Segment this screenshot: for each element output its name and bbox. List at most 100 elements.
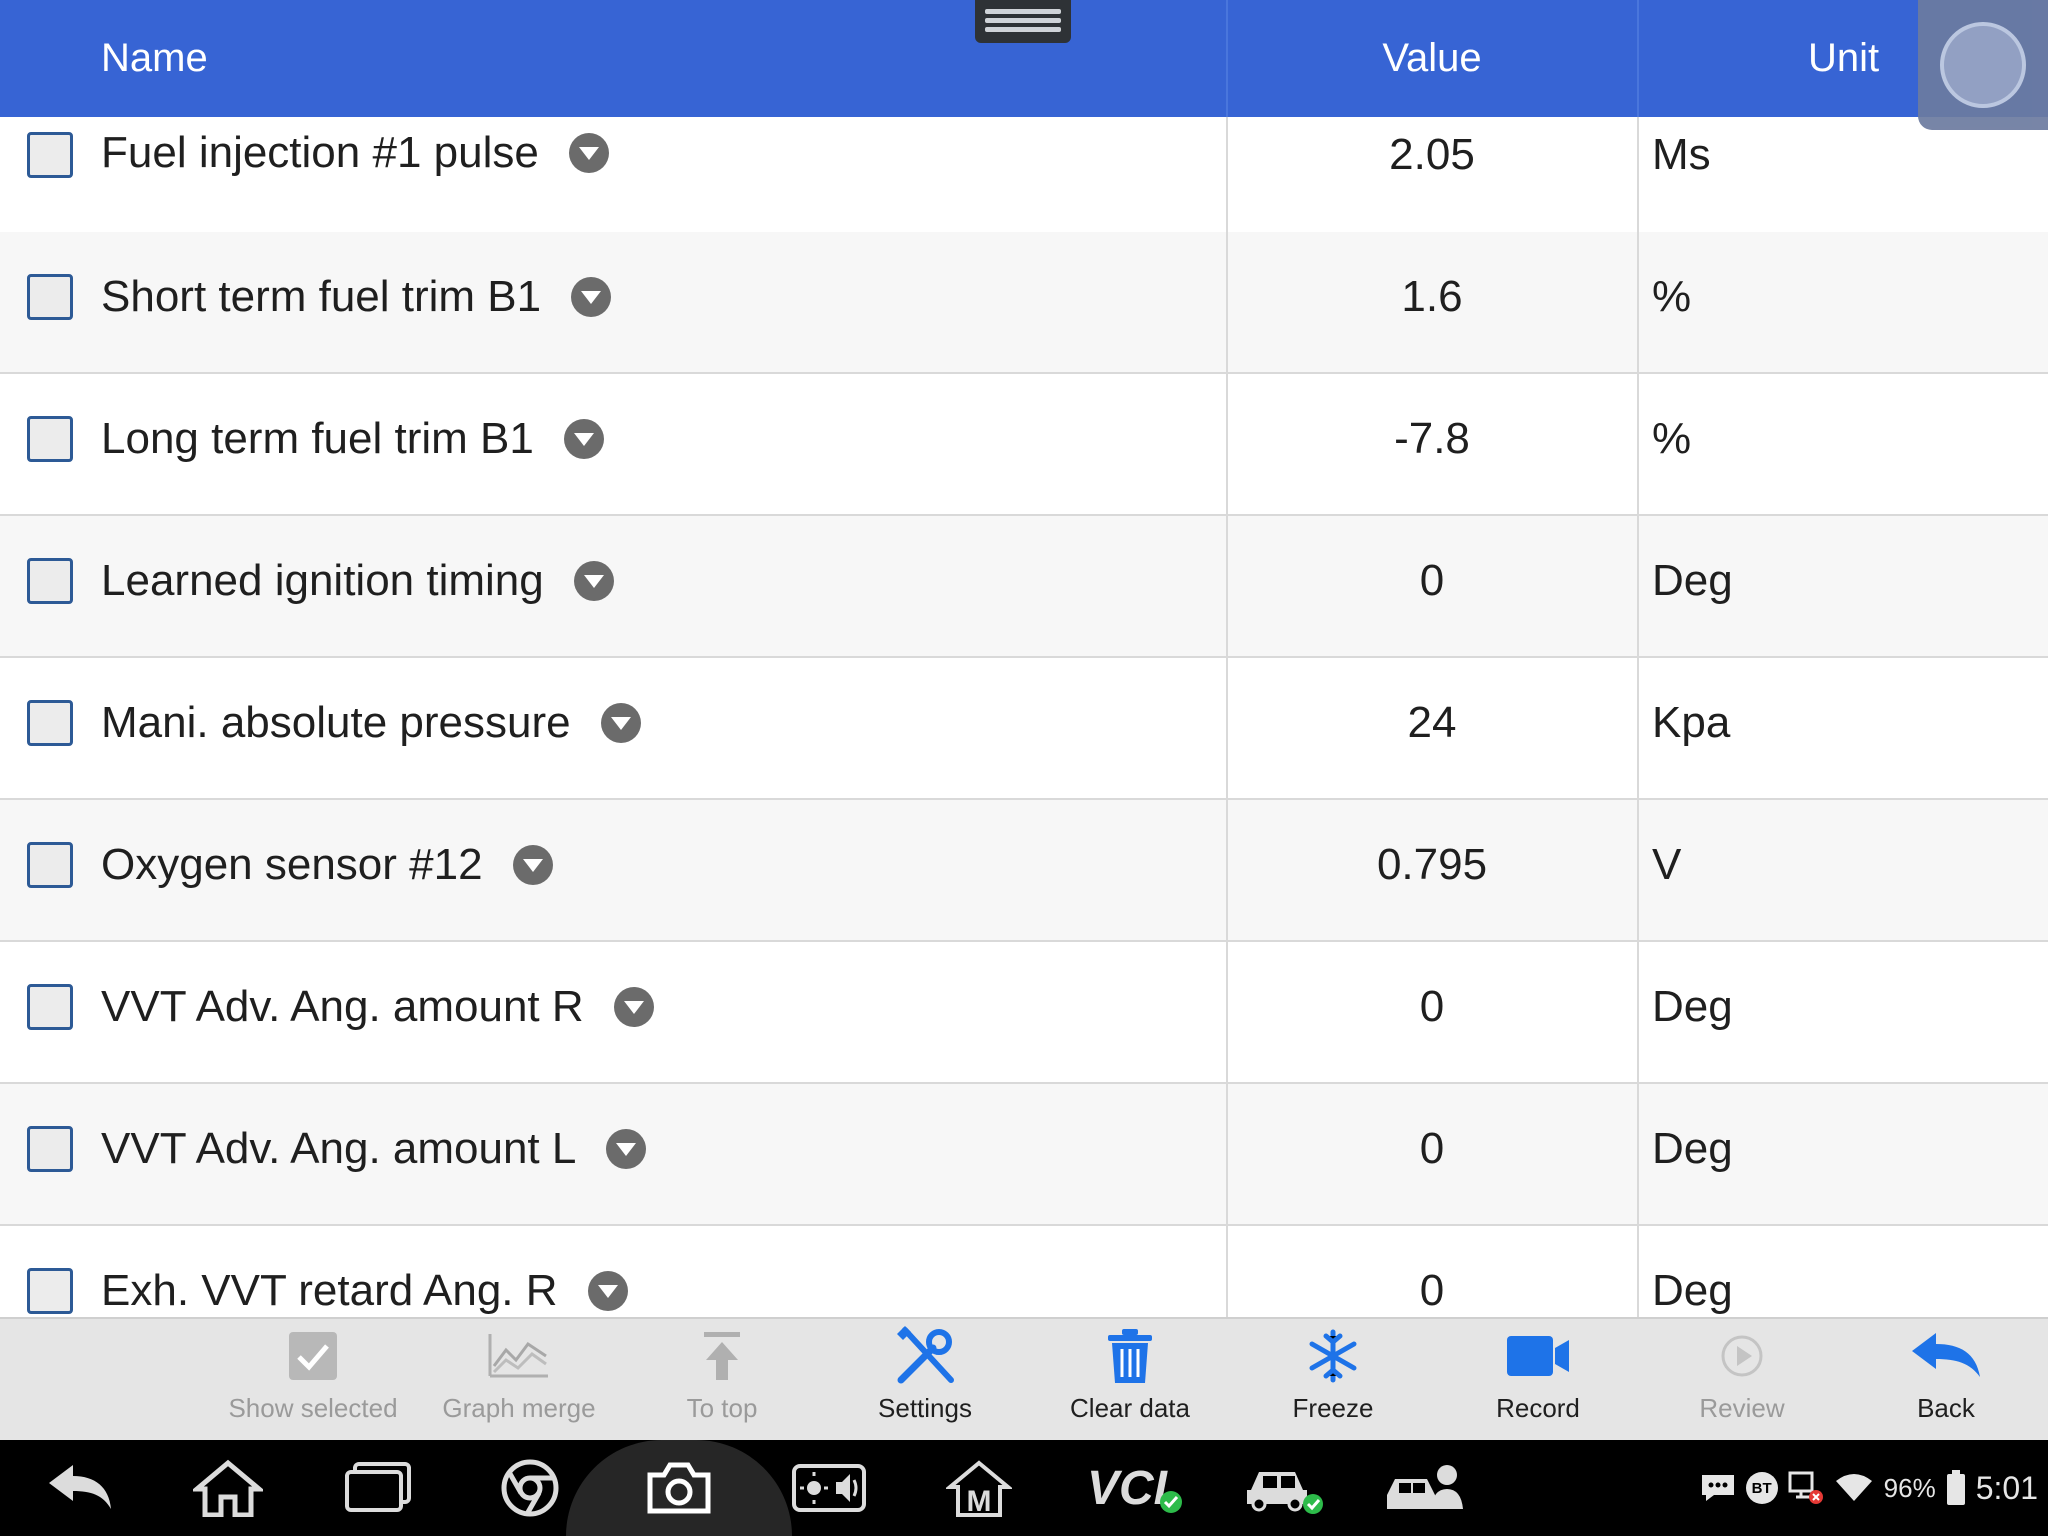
to-top-button[interactable]: To top [622,1319,822,1440]
trash-icon [1106,1319,1154,1393]
dropdown-arrow-icon[interactable] [512,845,553,885]
row-name-text: Long term fuel trim B1 [101,414,534,463]
dropdown-arrow-icon[interactable] [600,703,641,743]
table-row[interactable]: VVT Adv. Ang. amount L 0 Deg [0,1084,2048,1226]
dropdown-arrow-icon[interactable] [568,133,609,173]
battery-percent: 96% [1883,1472,1936,1503]
row-value: 0 [1419,556,1445,605]
row-checkbox[interactable] [27,132,73,178]
row-checkbox[interactable] [27,416,73,462]
table-row[interactable]: Mani. absolute pressure 24 Kpa [0,658,2048,800]
row-name: Short term fuel trim B1 [101,272,612,322]
table-row[interactable]: Fuel injection #1 pulse 2.05 Ms [0,117,2048,234]
review-button[interactable]: Review [1642,1319,1842,1440]
dropdown-arrow-icon[interactable] [573,561,614,601]
network-disconnected-icon [1788,1471,1823,1504]
home-icon[interactable] [188,1440,268,1536]
row-value: 0 [1419,1124,1445,1173]
dropdown-arrow-icon[interactable] [563,419,604,459]
table-row[interactable]: Short term fuel trim B1 1.6 % [0,232,2048,374]
check-badge-icon [1160,1491,1182,1513]
table-row[interactable]: Exh. VVT retard Ang. R 0 Deg [0,1226,2048,1317]
row-unit: Deg [1652,556,1733,605]
row-checkbox[interactable] [27,984,73,1030]
settings-button[interactable]: Settings [825,1319,1025,1440]
freeze-button[interactable]: Freeze [1233,1319,1433,1440]
to-top-label: To top [686,1393,758,1423]
data-stream-table[interactable]: Fuel injection #1 pulse 2.05 Ms Short te… [0,117,2048,1317]
snowflake-icon [1306,1319,1360,1393]
row-checkbox[interactable] [27,1268,73,1314]
show-selected-button[interactable]: Show selected [213,1319,413,1440]
column-header-name: Name [101,36,208,80]
dropdown-arrow-icon[interactable] [606,1129,647,1169]
column-divider [1226,117,1228,1317]
table-row[interactable]: Learned ignition timing 0 Deg [0,516,2048,658]
row-name: Exh. VVT retard Ang. R [101,1266,628,1316]
browser-icon[interactable] [490,1440,570,1536]
arrow-up-icon [700,1319,744,1393]
row-value: 1.6 [1401,272,1463,321]
row-unit: Deg [1652,982,1733,1031]
graph-merge-label: Graph merge [442,1393,596,1423]
show-selected-label: Show selected [228,1393,398,1423]
row-checkbox[interactable] [27,1126,73,1172]
chat-icon [1701,1475,1734,1501]
svg-text:M: M [967,1485,992,1517]
battery-icon [1946,1470,1965,1505]
dropdown-arrow-icon[interactable] [587,1271,628,1311]
dropdown-arrow-icon[interactable] [613,987,654,1027]
row-unit: % [1652,272,1692,321]
row-name: Long term fuel trim B1 [101,414,604,464]
graph-icon [488,1319,550,1393]
dropdown-arrow-icon[interactable] [571,277,612,317]
row-checkbox[interactable] [27,274,73,320]
bluetooth-icon: BT [1745,1472,1778,1504]
record-button[interactable]: Record [1438,1319,1638,1440]
row-name: Fuel injection #1 pulse [101,128,609,178]
row-unit: Kpa [1652,698,1731,747]
row-unit: Ms [1652,130,1711,179]
maxisys-home-icon[interactable]: M [938,1440,1020,1536]
row-checkbox[interactable] [27,700,73,746]
vci-label: VCI [1086,1461,1167,1515]
row-name-text: Fuel injection #1 pulse [101,128,539,177]
back-button[interactable]: Back [1846,1319,2046,1440]
row-value: 0 [1419,1266,1445,1315]
row-name: Oxygen sensor #12 [101,840,553,890]
table-row[interactable]: VVT Adv. Ang. amount R 0 Deg [0,942,2048,1084]
play-icon [1720,1319,1764,1393]
bottom-toolbar: Show selected Graph merge To top Setting… [0,1317,2048,1440]
tools-icon [893,1319,957,1393]
row-value: 0.795 [1376,840,1488,889]
vci-connected-icon[interactable]: VCI [1080,1440,1190,1536]
table-row[interactable]: Long term fuel trim B1 -7.8 % [0,374,2048,516]
column-header-value: Value [1382,36,1482,80]
row-name: VVT Adv. Ang. amount L [101,1124,647,1174]
row-value: -7.8 [1394,414,1470,463]
remote-support-icon[interactable] [1380,1440,1470,1536]
clock: 5:01 [1975,1469,2038,1506]
recent-apps-icon[interactable] [338,1440,418,1536]
camera-icon[interactable] [638,1440,720,1536]
table-row[interactable]: Oxygen sensor #12 0.795 V [0,800,2048,942]
back-label: Back [1917,1393,1975,1423]
vehicle-connected-icon[interactable] [1240,1440,1330,1536]
nav-back-icon[interactable] [40,1440,120,1536]
checkmark-icon [287,1319,339,1393]
graph-merge-button[interactable]: Graph merge [419,1319,619,1440]
brightness-volume-icon[interactable] [788,1440,870,1536]
status-area: BT 96% 5:01 [1700,1440,2038,1536]
clear-data-button[interactable]: Clear data [1030,1319,1230,1440]
clear-data-label: Clear data [1070,1393,1190,1423]
drag-handle-icon[interactable] [975,0,1071,43]
row-value: 0 [1419,982,1445,1031]
freeze-label: Freeze [1292,1393,1374,1423]
row-checkbox[interactable] [27,558,73,604]
row-checkbox[interactable] [27,842,73,888]
row-name-text: VVT Adv. Ang. amount R [101,982,584,1031]
row-unit: % [1652,414,1692,463]
floating-assist-button[interactable] [1918,0,2048,130]
row-name-text: Learned ignition timing [101,556,544,605]
row-name: Mani. absolute pressure [101,698,641,748]
